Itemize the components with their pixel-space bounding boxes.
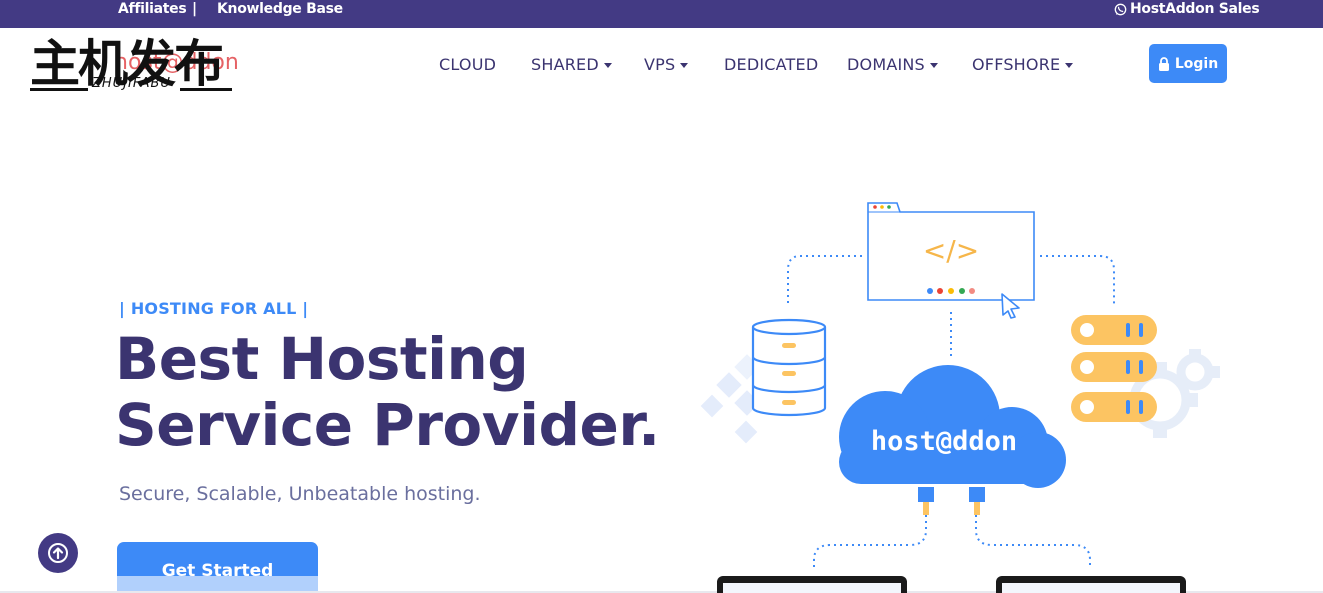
login-button[interactable]: Login [1149,44,1227,83]
diamond-decoration [700,354,760,444]
sales-whatsapp-link[interactable]: HostAddon Sales [1114,1,1260,17]
scroll-to-top-button[interactable] [38,533,78,573]
nav-dedicated[interactable]: DEDICATED [724,55,818,74]
hero-tagline: | HOSTING FOR ALL | [119,299,309,318]
login-label: Login [1174,55,1219,72]
caret-down-icon [603,63,612,68]
topbar-separator: | [192,1,198,17]
sales-label: HostAddon Sales [1130,1,1260,17]
lock-icon [1158,56,1169,71]
nav-domains[interactable]: DOMAINS [847,55,938,74]
watermark-underline-right [180,88,232,91]
nav-offshore-label: OFFSHORE [972,55,1061,74]
caret-down-icon [1065,63,1074,68]
hosting-illustration: </> host@ddon [700,202,1220,593]
laptop-icon [717,576,1186,593]
whatsapp-icon [1114,3,1127,15]
watermark-pinyin: ZHUJIFABU [92,76,171,91]
caret-down-icon [680,63,689,68]
arrow-up-icon [48,543,68,563]
affiliates-link[interactable]: Affiliates [118,1,187,17]
nav-dedicated-label: DEDICATED [724,55,819,74]
code-icon: </> [923,234,979,267]
hero-title-line1: Best Hosting [115,325,529,393]
hero-title: Best Hosting Service Provider. [115,326,660,458]
cloud-label: host@ddon [871,426,1017,457]
nav-cloud-label: CLOUD [439,55,497,74]
hero-subtitle: Secure, Scalable, Unbeatable hosting. [119,483,481,505]
nav-cloud[interactable]: CLOUD [439,55,496,74]
server-rack-icon [1071,315,1157,422]
nav-domains-label: DOMAINS [847,55,925,74]
knowledge-base-link[interactable]: Knowledge Base [217,1,343,17]
watermark-underline [30,88,88,91]
hero-title-line2: Service Provider. [115,391,660,459]
nav-vps-label: VPS [644,55,676,74]
nav-shared-label: SHARED [531,55,599,74]
nav-vps[interactable]: VPS [644,55,689,74]
connector-plug [918,487,985,515]
nav-offshore[interactable]: OFFSHORE [972,55,1074,74]
nav-shared[interactable]: SHARED [531,55,612,74]
caret-down-icon [929,63,938,68]
logo[interactable]: host@ddon 主机发布 ZHUJIFABU [30,30,239,93]
